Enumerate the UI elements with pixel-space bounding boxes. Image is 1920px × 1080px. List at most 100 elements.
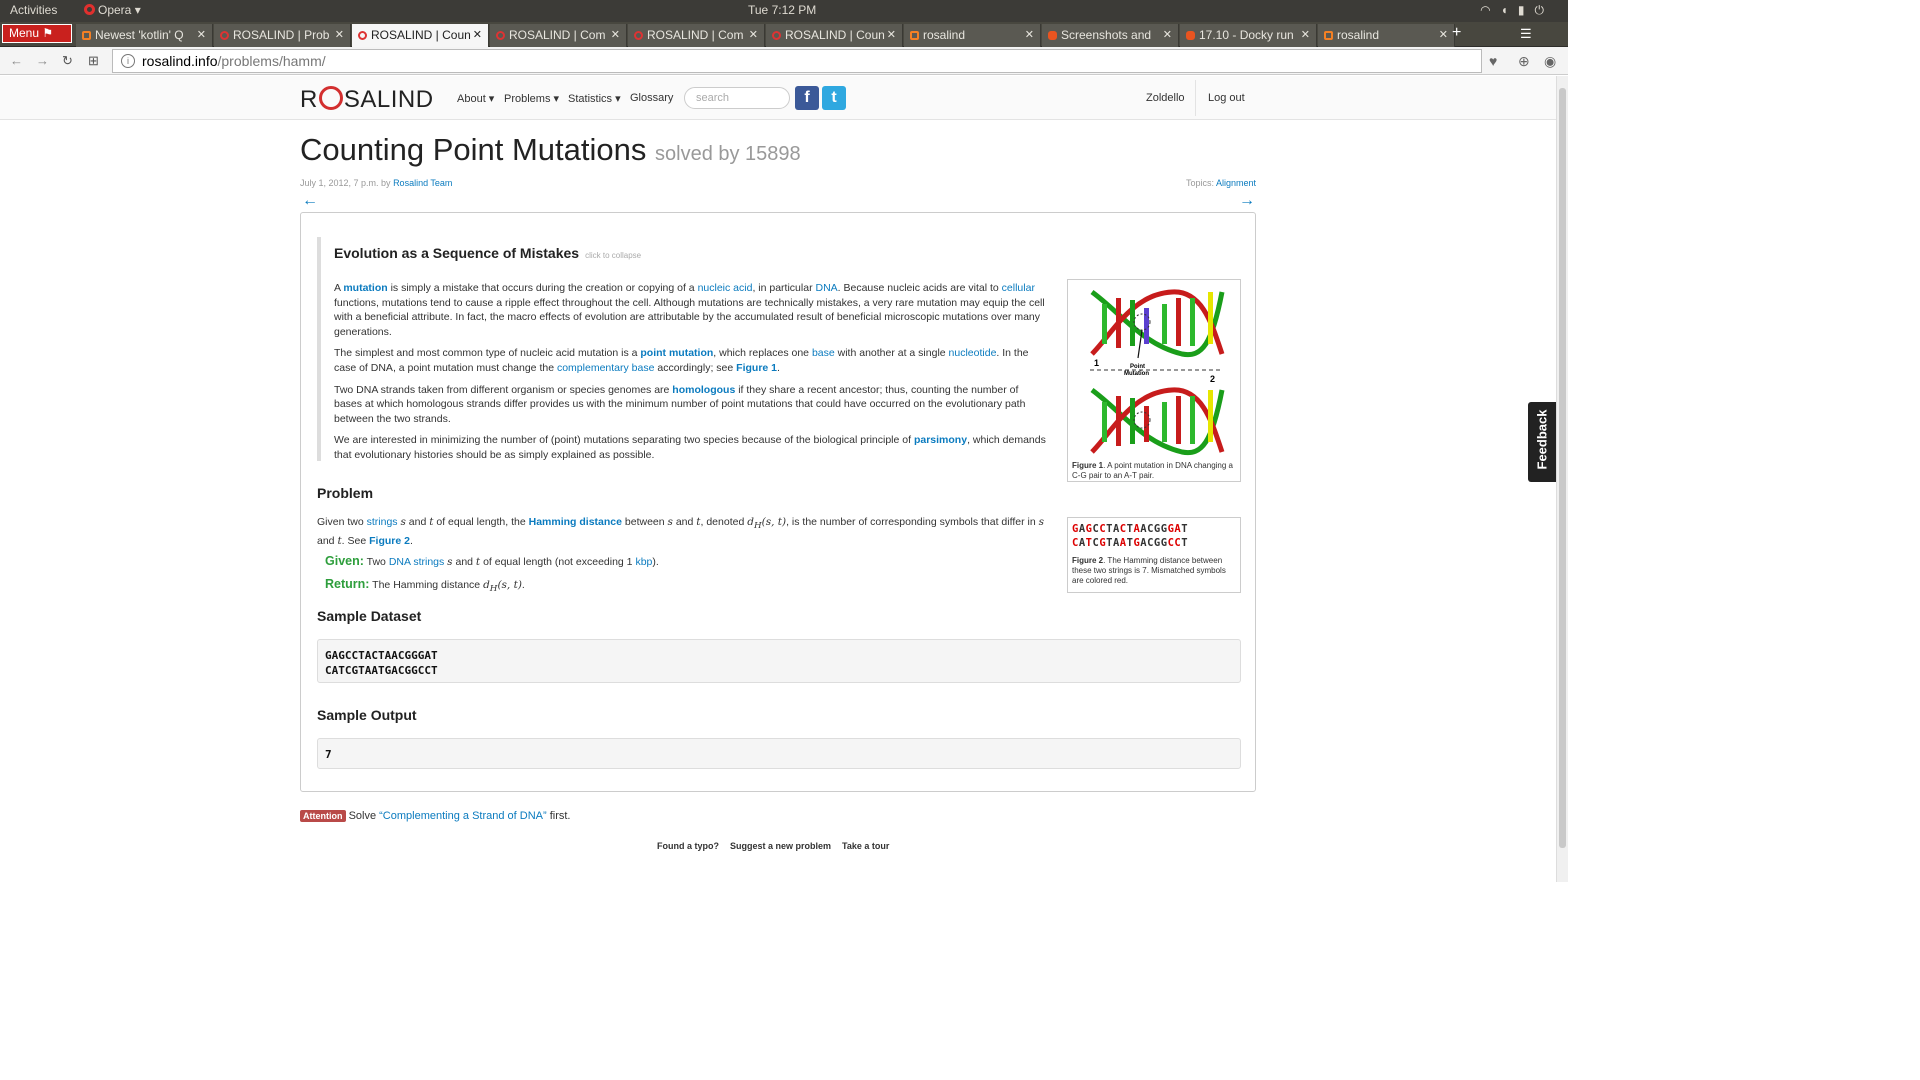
- typo-link[interactable]: Found a typo?: [657, 841, 719, 851]
- rosalind-icon: [358, 31, 367, 40]
- close-icon[interactable]: ✕: [473, 28, 482, 41]
- opera-app-label: Opera: [98, 3, 132, 17]
- dna-point-mutation-image: 1 2 Point Mutation: [1090, 289, 1225, 456]
- site-info-icon[interactable]: i: [121, 54, 135, 68]
- problem-heading: Problem: [317, 485, 374, 501]
- close-icon[interactable]: ✕: [197, 28, 206, 41]
- twitter-icon[interactable]: t: [822, 86, 846, 110]
- attention-text: Solve: [348, 810, 380, 822]
- figure-1-label-2: 2: [1210, 374, 1215, 384]
- glossary-link[interactable]: nucleotide: [949, 347, 997, 359]
- rosalind-icon: [220, 31, 229, 40]
- glossary-link[interactable]: point mutation: [640, 347, 713, 359]
- figure-link[interactable]: Figure 2: [369, 535, 410, 547]
- speed-dial-icon[interactable]: ⊞: [88, 53, 99, 69]
- forward-icon[interactable]: →: [36, 53, 49, 68]
- system-clock[interactable]: Tue 7:12 PM: [748, 3, 816, 17]
- browser-tab[interactable]: 17.10 - Docky run ✕: [1180, 24, 1317, 47]
- page-scrollbar[interactable]: [1556, 76, 1568, 882]
- hamming-sequence-2: CATCGTAATGACGGCCT: [1072, 537, 1189, 549]
- tab-label: ROSALIND | Prob: [233, 28, 330, 42]
- nav-glossary[interactable]: Glossary: [630, 92, 673, 104]
- browser-tab[interactable]: Newest 'kotlin' Q ✕: [76, 24, 213, 47]
- sample-output[interactable]: 7: [317, 738, 1241, 769]
- close-icon[interactable]: ✕: [1025, 28, 1034, 41]
- previous-problem-arrow[interactable]: ←: [302, 192, 318, 210]
- suggest-problem-link[interactable]: Suggest a new problem: [730, 841, 831, 851]
- close-icon[interactable]: ✕: [335, 28, 344, 41]
- opera-app-menu[interactable]: Opera ▾: [84, 3, 141, 17]
- url-path: /problems/hamm/: [217, 53, 326, 69]
- glossary-link[interactable]: base: [812, 347, 835, 359]
- topic-link[interactable]: Alignment: [1216, 178, 1256, 188]
- next-problem-arrow[interactable]: →: [1239, 192, 1255, 210]
- attention-text-end: first.: [546, 810, 571, 822]
- browser-tab[interactable]: ROSALIND | Com ✕: [490, 24, 627, 47]
- glossary-link[interactable]: complementary base: [557, 362, 654, 374]
- close-icon[interactable]: ✕: [887, 28, 896, 41]
- glossary-link[interactable]: homologous: [672, 384, 735, 396]
- browser-tab[interactable]: rosalind ✕: [1318, 24, 1455, 47]
- sample-dataset[interactable]: GAGCCTACTAACGGGAT CATCGTAATGACGGCCT: [317, 639, 1241, 683]
- prerequisite-link[interactable]: “Complementing a Strand of DNA”: [379, 810, 547, 822]
- tab-label: ROSALIND | Com: [509, 28, 606, 42]
- close-icon[interactable]: ✕: [749, 28, 758, 41]
- close-icon[interactable]: ✕: [1301, 28, 1310, 41]
- opera-menu-button[interactable]: Menu ⚑: [2, 24, 72, 43]
- browser-tab[interactable]: rosalind ✕: [904, 24, 1041, 47]
- search-input[interactable]: search: [684, 87, 790, 109]
- attention-notice: Attention Solve “Complementing a Strand …: [300, 810, 571, 822]
- browser-tab[interactable]: ROSALIND | Com ✕: [628, 24, 765, 47]
- tab-menu-icon[interactable]: ☰: [1520, 26, 1532, 42]
- glossary-link[interactable]: Hamming distance: [529, 516, 622, 528]
- glossary-link[interactable]: nucleic acid: [698, 282, 753, 294]
- glossary-link[interactable]: strings: [367, 516, 398, 528]
- nav-about[interactable]: About ▾: [457, 92, 494, 105]
- problem-title: Counting Point Mutations: [300, 132, 647, 167]
- story-paragraph: A mutation is simply a mistake that occu…: [334, 282, 1045, 338]
- browser-tab[interactable]: Screenshots and ✕: [1042, 24, 1179, 47]
- address-bar[interactable]: i rosalind.info/problems/hamm/: [112, 49, 1482, 73]
- glossary-link[interactable]: DNA strings: [389, 556, 444, 568]
- system-tray[interactable]: ◠◖▮⏻: [1480, 3, 1554, 18]
- nav-problems[interactable]: Problems ▾: [504, 92, 559, 105]
- logout-link[interactable]: Log out: [1208, 92, 1245, 104]
- browser-tab[interactable]: ROSALIND | Coun ✕: [766, 24, 903, 47]
- scrollbar-thumb[interactable]: [1559, 88, 1566, 848]
- nav-statistics[interactable]: Statistics ▾: [568, 92, 621, 105]
- close-icon[interactable]: ✕: [1439, 28, 1448, 41]
- tab-label: ROSALIND | Coun: [785, 28, 885, 42]
- browser-tab[interactable]: ROSALIND | Prob ✕: [214, 24, 351, 47]
- facebook-icon[interactable]: f: [795, 86, 819, 110]
- author-link[interactable]: Rosalind Team: [393, 178, 452, 188]
- download-icon[interactable]: ⊕: [1518, 53, 1530, 70]
- glossary-link[interactable]: mutation: [343, 282, 387, 294]
- back-icon[interactable]: ←: [10, 53, 23, 68]
- close-icon[interactable]: ✕: [611, 28, 620, 41]
- glossary-link[interactable]: DNA: [815, 282, 837, 294]
- browser-tab-active[interactable]: ROSALIND | Coun ✕: [352, 24, 489, 47]
- username-link[interactable]: Zoldello: [1146, 92, 1185, 104]
- problem-statement: Given two strings s and t of equal lengt…: [317, 516, 1044, 548]
- flag-icon: ⚑: [42, 26, 54, 40]
- extension-icon[interactable]: ◉: [1544, 53, 1556, 70]
- sample-dataset-line: CATCGTAATGACGGCCT: [325, 664, 438, 677]
- heart-icon[interactable]: ♥: [1489, 53, 1497, 69]
- feedback-tab[interactable]: Feedback: [1528, 402, 1556, 482]
- sample-dataset-heading: Sample Dataset: [317, 608, 422, 624]
- tab-label: rosalind: [923, 28, 966, 42]
- collapse-link[interactable]: click to collapse: [585, 251, 641, 260]
- take-tour-link[interactable]: Take a tour: [842, 841, 889, 851]
- glossary-link[interactable]: kbp: [635, 556, 652, 568]
- reload-icon[interactable]: ↻: [62, 53, 73, 69]
- glossary-link[interactable]: parsimony: [914, 434, 967, 446]
- new-tab-button[interactable]: +: [1452, 24, 1461, 42]
- glossary-link[interactable]: cellular: [1002, 282, 1035, 294]
- tab-bar: Menu ⚑ Newest 'kotlin' Q ✕ ROSALIND | Pro…: [0, 22, 1568, 47]
- activities-button[interactable]: Activities: [10, 3, 57, 17]
- close-icon[interactable]: ✕: [1163, 28, 1172, 41]
- figure-link[interactable]: Figure 1: [736, 362, 777, 374]
- rosalind-logo[interactable]: R SALIND: [300, 86, 434, 114]
- story-title[interactable]: Evolution as a Sequence of Mistakes click…: [334, 245, 1051, 261]
- menu-label: Menu: [9, 26, 40, 40]
